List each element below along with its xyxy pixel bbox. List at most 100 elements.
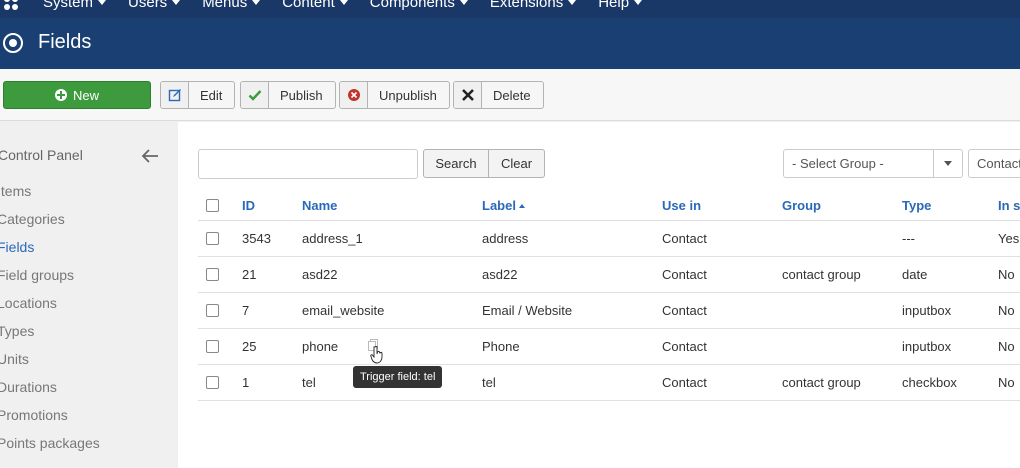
sidebar-item-promotions[interactable]: Promotions xyxy=(0,407,68,423)
field-name-link[interactable]: address_1 xyxy=(302,221,363,256)
cell-id: 7 xyxy=(242,303,250,318)
column-header-id[interactable]: ID xyxy=(242,191,255,220)
sidebar-item-categories[interactable]: Categories xyxy=(0,211,65,227)
cell-in-search: No xyxy=(998,267,1015,282)
arrow-left-icon[interactable] xyxy=(141,148,159,164)
cell-use-in: Contact xyxy=(662,339,707,354)
field-name-link[interactable]: phone xyxy=(302,329,338,364)
row-checkbox[interactable] xyxy=(206,232,219,245)
caret-down-icon xyxy=(172,0,181,5)
delete-icon xyxy=(454,82,482,108)
page-title: Fields xyxy=(38,31,92,53)
field-name-link[interactable]: asd22 xyxy=(302,257,337,292)
sidebar-control-panel[interactable]: Control Panel xyxy=(0,147,83,163)
tooltip: Trigger field: tel xyxy=(353,366,443,388)
page-header: Fields xyxy=(0,18,1020,69)
cell-id: 21 xyxy=(242,267,257,282)
cell-id: 25 xyxy=(242,339,257,354)
cell-label: tel xyxy=(482,375,496,390)
main-content: Search Clear - Select Group - Contact ID… xyxy=(178,122,1020,468)
menu-system[interactable]: System xyxy=(43,0,107,11)
column-header-group[interactable]: Group xyxy=(782,191,821,220)
hand-cursor-icon xyxy=(370,346,383,364)
caret-down-icon xyxy=(339,0,348,5)
cell-type: checkbox xyxy=(902,375,957,390)
table-row: 7 email_website Email / Website Contact … xyxy=(198,293,1020,329)
sidebar-item-units[interactable]: Units xyxy=(0,351,29,367)
caret-down-icon xyxy=(459,0,468,5)
toolbar: New Edit Publish Unpublish Delete xyxy=(0,69,1020,121)
joomla-logo-icon[interactable] xyxy=(2,0,20,12)
cell-label: address xyxy=(482,231,529,246)
sidebar-item-items[interactable]: Items xyxy=(0,183,31,199)
column-header-use-in[interactable]: Use in xyxy=(662,191,701,220)
row-checkbox[interactable] xyxy=(206,304,219,317)
sidebar-item-field-groups[interactable]: Field groups xyxy=(0,267,74,283)
caret-down-icon xyxy=(568,0,577,5)
sidebar-item-types[interactable]: Types xyxy=(0,323,34,339)
table-row: 21 asd22 asd22 Contact contact group dat… xyxy=(198,257,1020,293)
chevron-down-icon xyxy=(933,150,962,177)
field-name-link[interactable]: tel xyxy=(302,365,316,400)
cell-use-in: Contact xyxy=(662,267,707,282)
cell-label: Email / Website xyxy=(482,303,573,318)
column-header-in-search[interactable]: In s xyxy=(998,191,1020,220)
cell-type: date xyxy=(902,267,928,282)
table-row: 25 phone Phone Contact inputbox No xyxy=(198,329,1020,365)
edit-button[interactable]: Edit xyxy=(160,81,236,109)
table-row: 1 tel tel Contact contact group checkbox… xyxy=(198,365,1020,401)
sidebar-item-durations[interactable]: Durations xyxy=(0,379,57,395)
top-menu: System Users Menus Content Components Ex… xyxy=(43,0,664,11)
table-header-row: ID Name Label Use in Group Type In s xyxy=(198,191,1020,221)
field-name-link[interactable]: email_website xyxy=(302,293,384,328)
clear-button[interactable]: Clear xyxy=(489,149,545,178)
select-all-checkbox[interactable] xyxy=(206,199,219,212)
delete-button[interactable]: Delete xyxy=(453,81,544,109)
menu-help[interactable]: Help xyxy=(598,0,643,11)
caret-down-icon xyxy=(634,0,643,5)
new-button[interactable]: New xyxy=(3,81,151,109)
cell-group: contact group xyxy=(782,375,861,390)
cell-use-in: Contact xyxy=(662,375,707,390)
cell-label: Phone xyxy=(482,339,520,354)
menu-extensions[interactable]: Extensions xyxy=(490,0,577,11)
menu-components[interactable]: Components xyxy=(370,0,468,11)
sidebar-item-locations[interactable]: Locations xyxy=(0,295,57,311)
row-checkbox[interactable] xyxy=(206,376,219,389)
row-checkbox[interactable] xyxy=(206,340,219,353)
context-select[interactable]: Contact xyxy=(968,149,1020,178)
edit-icon xyxy=(161,82,189,108)
column-header-type[interactable]: Type xyxy=(902,191,931,220)
cell-use-in: Contact xyxy=(662,231,707,246)
column-header-name[interactable]: Name xyxy=(302,191,337,220)
sidebar-item-fields[interactable]: Fields xyxy=(0,239,34,255)
cell-in-search: No xyxy=(998,375,1015,390)
sidebar: Control Panel Items Categories Fields Fi… xyxy=(0,122,178,468)
fields-table: ID Name Label Use in Group Type In s 354… xyxy=(198,191,1020,401)
row-checkbox[interactable] xyxy=(206,268,219,281)
caret-down-icon xyxy=(98,0,107,5)
top-navbar: System Users Menus Content Components Ex… xyxy=(0,0,1020,18)
search-input[interactable] xyxy=(198,149,418,179)
group-select[interactable]: - Select Group - xyxy=(783,149,963,178)
plus-icon xyxy=(54,89,67,101)
menu-content[interactable]: Content xyxy=(282,0,348,11)
menu-users[interactable]: Users xyxy=(128,0,181,11)
cell-use-in: Contact xyxy=(662,303,707,318)
table-row: 3543 address_1 address Contact --- Yes xyxy=(198,221,1020,257)
caret-down-icon xyxy=(252,0,261,5)
cell-in-search: No xyxy=(998,303,1015,318)
fields-icon xyxy=(3,33,23,53)
sidebar-item-points-packages[interactable]: Points packages xyxy=(0,435,100,451)
publish-button[interactable]: Publish xyxy=(240,81,336,109)
search-button[interactable]: Search xyxy=(423,149,489,178)
cell-in-search: No xyxy=(998,339,1015,354)
cell-group: contact group xyxy=(782,267,861,282)
menu-menus[interactable]: Menus xyxy=(202,0,261,11)
cell-id: 3543 xyxy=(242,231,271,246)
column-header-label[interactable]: Label xyxy=(482,191,525,220)
unpublish-button[interactable]: Unpublish xyxy=(339,81,450,109)
sort-asc-icon xyxy=(518,203,525,208)
unpublish-icon xyxy=(340,82,368,108)
check-icon xyxy=(241,82,269,108)
